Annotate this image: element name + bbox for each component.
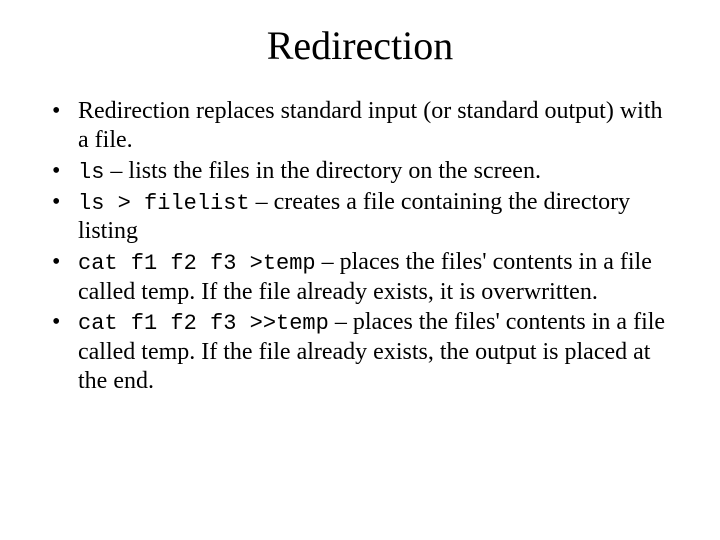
- bullet-text: Redirection replaces standard input (or …: [78, 98, 663, 153]
- bullet-list: Redirection replaces standard input (or …: [48, 97, 672, 395]
- code-span: cat f1 f2 f3 >temp: [78, 251, 316, 276]
- code-span: ls > filelist: [78, 191, 250, 216]
- bullet-text: – lists the files in the directory on th…: [104, 158, 541, 184]
- code-span: ls: [78, 160, 104, 185]
- slide-title: Redirection: [48, 22, 672, 69]
- list-item: ls > filelist – creates a file containin…: [48, 188, 672, 246]
- list-item: ls – lists the files in the directory on…: [48, 157, 672, 186]
- list-item: cat f1 f2 f3 >temp – places the files' c…: [48, 248, 672, 306]
- list-item: cat f1 f2 f3 >>temp – places the files' …: [48, 308, 672, 395]
- code-span: cat f1 f2 f3 >>temp: [78, 311, 329, 336]
- slide: Redirection Redirection replaces standar…: [0, 0, 720, 540]
- list-item: Redirection replaces standard input (or …: [48, 97, 672, 155]
